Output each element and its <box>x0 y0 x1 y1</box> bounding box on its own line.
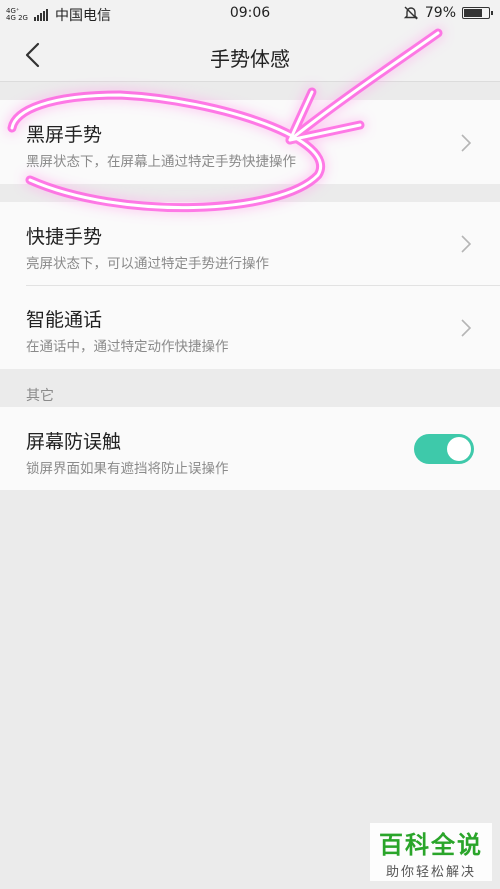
list-item-quick-gesture[interactable]: 快捷手势 亮屏状态下，可以通过特定手势进行操作 <box>0 202 500 286</box>
toggle-knob <box>447 437 471 461</box>
watermark-title: 百科全说 <box>379 831 483 859</box>
watermark-logo: 百科全说 助你轻松解决 <box>370 823 492 881</box>
battery-percent: 79% <box>424 5 456 21</box>
page-title: 手势体感 <box>210 47 290 71</box>
battery-fill <box>464 9 482 17</box>
item-subtitle: 锁屏界面如果有遮挡将防止误操作 <box>26 461 229 477</box>
item-title: 黑屏手势 <box>26 124 103 146</box>
section-header-other: 其它 <box>26 388 54 404</box>
status-bar: 4G⁺ 4G 2G 中国电信 09:06 79% <box>0 0 500 28</box>
status-right: 79% <box>403 5 493 21</box>
watermark-subtitle: 助你轻松解决 <box>385 865 476 880</box>
item-title: 屏幕防误触 <box>26 431 122 453</box>
nav-bar: 手势体感 <box>0 28 500 82</box>
chevron-right-icon <box>461 134 472 152</box>
item-subtitle: 黑屏状态下，在屏幕上通过特定手势快捷操作 <box>26 154 296 170</box>
battery-icon <box>462 7 493 19</box>
list-item-smart-call[interactable]: 智能通话 在通话中，通过特定动作快捷操作 <box>0 286 500 369</box>
item-subtitle: 亮屏状态下，可以通过特定手势进行操作 <box>26 256 269 272</box>
anti-mistouch-toggle[interactable] <box>414 434 474 464</box>
item-subtitle: 在通话中，通过特定动作快捷操作 <box>26 339 229 355</box>
list-item-black-screen-gesture[interactable]: 黑屏手势 黑屏状态下，在屏幕上通过特定手势快捷操作 <box>0 100 500 184</box>
bell-muted-icon <box>403 6 419 20</box>
chevron-right-icon <box>461 235 472 253</box>
chevron-right-icon <box>461 319 472 337</box>
item-title: 智能通话 <box>26 309 103 331</box>
list-item-anti-mistouch: 屏幕防误触 锁屏界面如果有遮挡将防止误操作 <box>0 407 500 490</box>
item-title: 快捷手势 <box>26 226 103 248</box>
